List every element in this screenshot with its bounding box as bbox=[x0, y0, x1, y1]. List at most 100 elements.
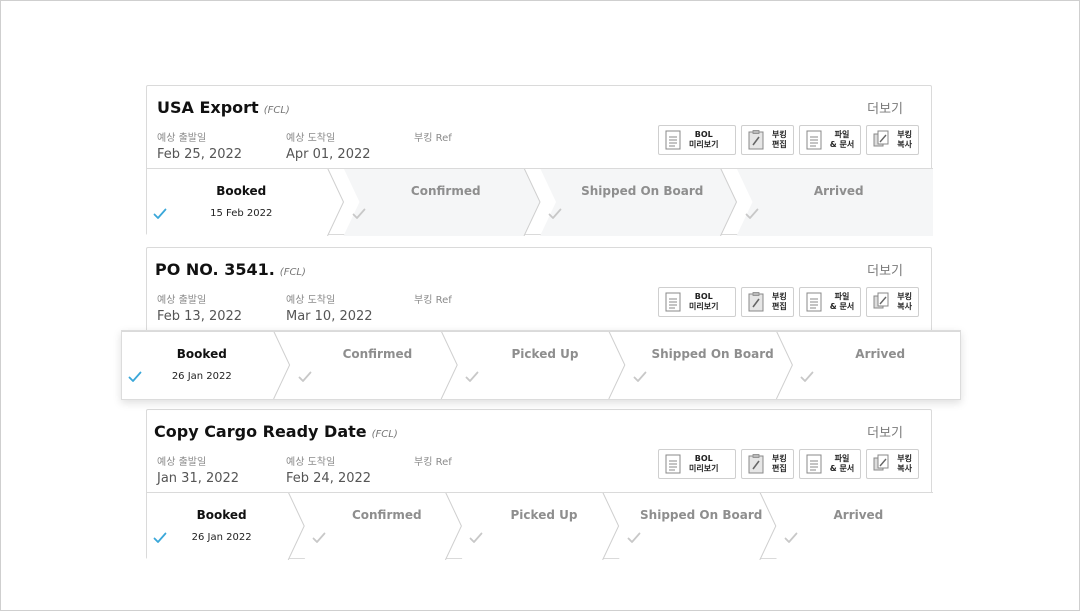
bol-preview-button[interactable]: BOL 미리보기 bbox=[658, 125, 737, 155]
booking-ref-field: 부킹 Ref bbox=[414, 291, 452, 309]
button-label-line1: 부킹 bbox=[772, 130, 787, 139]
arrival-label: 예상 도착일 bbox=[286, 295, 336, 306]
shipment-title-text: USA Export bbox=[157, 98, 259, 117]
shipment-title[interactable]: Copy Cargo Ready Date (FCL) bbox=[154, 422, 398, 441]
button-label-line2: 편집 bbox=[772, 140, 787, 149]
shipment-title[interactable]: USA Export (FCL) bbox=[157, 98, 290, 117]
document-icon bbox=[665, 130, 681, 150]
document-icon bbox=[665, 454, 681, 474]
stage-shipped-on-board: Shipped On Board bbox=[548, 168, 737, 236]
stage-arrived: Arrived bbox=[784, 492, 933, 560]
departure-label: 예상 출발일 bbox=[157, 457, 207, 468]
departure-value: Jan 31, 2022 bbox=[157, 471, 240, 486]
button-label-line2: 복사 bbox=[897, 302, 912, 311]
button-label-line1: BOL bbox=[694, 292, 713, 301]
files-documents-button[interactable]: 파일 & 문서 bbox=[798, 287, 862, 317]
copy-icon bbox=[873, 292, 889, 312]
action-buttons: BOL 미리보기 부킹 편집 파일 & 문서 부킹 복사 bbox=[658, 287, 919, 319]
button-label: 파일 & 문서 bbox=[830, 130, 854, 150]
button-label: 파일 & 문서 bbox=[830, 454, 854, 474]
departure-label: 예상 출발일 bbox=[157, 295, 207, 306]
button-label: 부킹 복사 bbox=[897, 130, 912, 150]
file-list-icon bbox=[806, 454, 822, 474]
stage-date: 15 Feb 2022 bbox=[210, 208, 273, 219]
files-documents-button[interactable]: 파일 & 문서 bbox=[798, 125, 862, 155]
files-documents-button[interactable]: 파일 & 문서 bbox=[798, 449, 862, 479]
stage-name: Shipped On Board bbox=[581, 184, 704, 198]
booking-ref-field: 부킹 Ref bbox=[414, 453, 452, 471]
edit-clipboard-icon bbox=[748, 130, 764, 150]
booking-copy-button[interactable]: 부킹 복사 bbox=[866, 449, 919, 479]
stage-picked-up: Picked Up bbox=[469, 492, 618, 560]
shipment-card-copy-cargo[interactable]: Copy Cargo Ready Date (FCL) 더보기 예상 출발일 Ja… bbox=[146, 409, 933, 560]
booking-edit-button[interactable]: 부킹 편집 bbox=[741, 125, 794, 155]
stage-confirmed: Confirmed bbox=[352, 168, 541, 236]
shipment-card-usa-export[interactable]: USA Export (FCL) 더보기 예상 출발일 Feb 25, 2022 … bbox=[146, 85, 933, 236]
stage-booked: Booked 26 Jan 2022 bbox=[122, 331, 282, 399]
more-link[interactable]: 더보기 bbox=[867, 260, 903, 279]
button-label-line2: & 문서 bbox=[829, 464, 855, 473]
bol-preview-button[interactable]: BOL 미리보기 bbox=[658, 287, 737, 317]
arrival-value: Feb 24, 2022 bbox=[286, 471, 372, 486]
button-label-line1: 부킹 bbox=[772, 454, 787, 463]
booking-copy-button[interactable]: 부킹 복사 bbox=[866, 287, 919, 317]
arrival-field: 예상 도착일 Feb 24, 2022 bbox=[286, 453, 371, 486]
stage-confirmed: Confirmed bbox=[312, 492, 461, 560]
stage-name: Confirmed bbox=[351, 508, 422, 522]
booking-edit-button[interactable]: 부킹 편집 bbox=[741, 449, 794, 479]
status-tracker[interactable]: Booked 26 Jan 2022 Confirmed Picked Up Shipp… bbox=[121, 330, 961, 400]
stage-confirmed: Confirmed bbox=[298, 331, 458, 399]
more-link[interactable]: 더보기 bbox=[867, 98, 903, 117]
button-label: 파일 & 문서 bbox=[830, 292, 854, 312]
arrival-value: Mar 10, 2022 bbox=[286, 309, 373, 324]
stage-name: Picked Up bbox=[511, 347, 579, 361]
copy-icon bbox=[873, 130, 889, 150]
stage-name: Arrived bbox=[813, 184, 864, 198]
booking-ref-label: 부킹 Ref bbox=[414, 457, 452, 468]
button-label: 부킹 편집 bbox=[772, 292, 787, 312]
departure-field: 예상 출발일 Feb 13, 2022 bbox=[157, 291, 242, 324]
button-label-line2: 복사 bbox=[897, 464, 912, 473]
status-tracker: Booked 26 Jan 2022 Confirmed Picked Up Shipp… bbox=[147, 492, 933, 560]
stage-status: 26 Jan 2022 bbox=[122, 371, 282, 382]
shipment-card-po-3541[interactable]: PO NO. 3541. (FCL) 더보기 예상 출발일 Feb 13, 202… bbox=[121, 247, 961, 400]
button-label-line2: 복사 bbox=[897, 140, 912, 149]
button-label-line1: 파일 bbox=[834, 292, 850, 301]
button-label-line2: 미리보기 bbox=[689, 140, 719, 149]
shipment-title-text: PO NO. 3541. bbox=[155, 260, 275, 279]
more-link[interactable]: 더보기 bbox=[867, 422, 903, 441]
file-list-icon bbox=[806, 130, 822, 150]
file-list-icon bbox=[806, 292, 822, 312]
booking-edit-button[interactable]: 부킹 편집 bbox=[741, 287, 794, 317]
button-label: BOL 미리보기 bbox=[689, 130, 718, 150]
button-label: BOL 미리보기 bbox=[689, 454, 718, 474]
button-label: 부킹 편집 bbox=[772, 454, 787, 474]
stage-booked: Booked 15 Feb 2022 bbox=[147, 168, 336, 236]
document-icon bbox=[665, 292, 681, 312]
button-label-line1: 부킹 bbox=[897, 130, 912, 139]
stage-name: Booked bbox=[216, 184, 267, 198]
shipment-type: (FCL) bbox=[263, 105, 290, 116]
shipment-title[interactable]: PO NO. 3541. (FCL) bbox=[155, 260, 306, 279]
booking-copy-button[interactable]: 부킹 복사 bbox=[866, 125, 919, 155]
stage-name: Shipped On Board bbox=[651, 347, 774, 361]
stage-date: 26 Jan 2022 bbox=[191, 532, 252, 543]
action-buttons: BOL 미리보기 부킹 편집 파일 & 문서 부킹 복사 bbox=[658, 449, 919, 481]
arrival-field: 예상 도착일 Apr 01, 2022 bbox=[286, 129, 371, 162]
shipment-title-text: Copy Cargo Ready Date bbox=[154, 422, 367, 441]
stage-date: 26 Jan 2022 bbox=[171, 371, 232, 382]
stage-name: Confirmed bbox=[342, 347, 413, 361]
shipment-type: (FCL) bbox=[279, 267, 306, 278]
stage-name: Booked bbox=[176, 347, 227, 361]
button-label-line1: 파일 bbox=[834, 130, 850, 139]
stage-shipped-on-board: Shipped On Board bbox=[633, 331, 793, 399]
arrival-label: 예상 도착일 bbox=[286, 133, 336, 144]
button-label-line1: 부킹 bbox=[897, 292, 912, 301]
button-label-line2: 미리보기 bbox=[689, 464, 719, 473]
stage-booked: Booked 26 Jan 2022 bbox=[147, 492, 296, 560]
button-label: BOL 미리보기 bbox=[689, 292, 718, 312]
bol-preview-button[interactable]: BOL 미리보기 bbox=[658, 449, 737, 479]
button-label-line2: & 문서 bbox=[829, 302, 855, 311]
button-label-line2: & 문서 bbox=[829, 140, 855, 149]
departure-label: 예상 출발일 bbox=[157, 133, 207, 144]
